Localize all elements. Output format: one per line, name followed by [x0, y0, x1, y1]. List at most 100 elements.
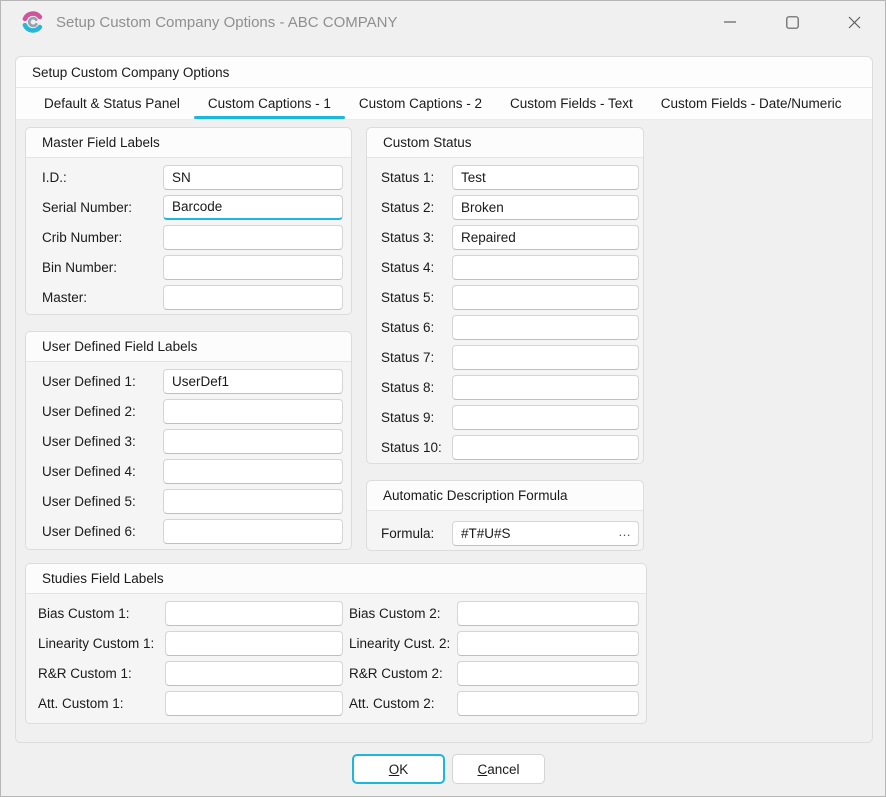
- tab-label: Default & Status Panel: [44, 96, 180, 111]
- tab-label: Custom Captions - 2: [359, 96, 482, 111]
- group-title: Studies Field Labels: [42, 571, 164, 586]
- field-label: Status 8:: [381, 380, 452, 395]
- group-title: Master Field Labels: [42, 135, 160, 150]
- status-8-input[interactable]: [452, 375, 639, 400]
- field-row: Status 1:: [367, 162, 643, 192]
- status-3-input[interactable]: [452, 225, 639, 250]
- titlebar[interactable]: Setup Custom Company Options - ABC COMPA…: [1, 1, 885, 43]
- att-custom-1-input[interactable]: [165, 691, 343, 716]
- field-label: User Defined 5:: [42, 494, 163, 509]
- tab-strip: Default & Status Panel Custom Captions -…: [16, 88, 872, 120]
- user-defined-1-input[interactable]: [163, 369, 343, 394]
- field-label: Status 10:: [381, 440, 452, 455]
- field-label: User Defined 1:: [42, 374, 163, 389]
- maximize-button[interactable]: [761, 1, 823, 43]
- user-defined-6-input[interactable]: [163, 519, 343, 544]
- field-label: Bias Custom 2:: [349, 606, 457, 621]
- field-label: Status 3:: [381, 230, 452, 245]
- tab-custom-captions-1[interactable]: Custom Captions - 1: [194, 88, 345, 119]
- status-1-input[interactable]: [452, 165, 639, 190]
- formula-input[interactable]: [452, 521, 639, 546]
- field-row: Bin Number:: [26, 252, 351, 282]
- group-title: User Defined Field Labels: [42, 339, 197, 354]
- group-title: Custom Status: [383, 135, 472, 150]
- close-button[interactable]: [823, 1, 885, 43]
- group-automatic-description-formula: Automatic Description Formula Formula: …: [366, 480, 644, 551]
- formula-browse-button[interactable]: …: [618, 524, 632, 539]
- maximize-icon: [786, 16, 799, 29]
- tab-label: Custom Fields - Text: [510, 96, 633, 111]
- field-label: R&R Custom 2:: [349, 666, 457, 681]
- tab-page-custom-captions-1: Master Field Labels I.D.: Serial Number:…: [16, 120, 872, 742]
- field-label: Crib Number:: [42, 230, 163, 245]
- linearity-custom-1-input[interactable]: [165, 631, 343, 656]
- user-defined-2-input[interactable]: [163, 399, 343, 424]
- field-label: User Defined 2:: [42, 404, 163, 419]
- field-label: Status 9:: [381, 410, 452, 425]
- panel-title: Setup Custom Company Options: [32, 65, 229, 80]
- field-label: Status 6:: [381, 320, 452, 335]
- field-row: R&R Custom 1: R&R Custom 2:: [26, 658, 646, 688]
- field-row: User Defined 1:: [26, 366, 351, 396]
- status-4-input[interactable]: [452, 255, 639, 280]
- field-row: Master:: [26, 282, 351, 312]
- field-row: I.D.:: [26, 162, 351, 192]
- group-studies-field-labels: Studies Field Labels Bias Custom 1: Bias…: [25, 563, 647, 724]
- field-label: Status 2:: [381, 200, 452, 215]
- bin-number-input[interactable]: [163, 255, 343, 280]
- field-label: Bias Custom 1:: [38, 606, 165, 621]
- bias-custom-1-input[interactable]: [165, 601, 343, 626]
- cancel-button[interactable]: Cancel: [452, 754, 545, 784]
- field-label: Status 7:: [381, 350, 452, 365]
- ok-button[interactable]: OK: [352, 754, 445, 784]
- tab-custom-fields-text[interactable]: Custom Fields - Text: [496, 88, 647, 119]
- tab-default-status-panel[interactable]: Default & Status Panel: [30, 88, 194, 119]
- field-label: R&R Custom 1:: [38, 666, 165, 681]
- field-row: Status 9:: [367, 402, 643, 432]
- field-row: Status 8:: [367, 372, 643, 402]
- minimize-icon: [724, 16, 736, 28]
- group-custom-status: Custom Status Status 1: Status 2: Status…: [366, 127, 644, 464]
- status-10-input[interactable]: [452, 435, 639, 460]
- field-row: Att. Custom 1: Att. Custom 2:: [26, 688, 646, 718]
- field-label: Status 5:: [381, 290, 452, 305]
- id-input[interactable]: [163, 165, 343, 190]
- tab-label: Custom Captions - 1: [208, 96, 331, 111]
- field-row: Status 4:: [367, 252, 643, 282]
- user-defined-4-input[interactable]: [163, 459, 343, 484]
- tab-label: Custom Fields - Date/Numeric: [661, 96, 842, 111]
- field-row: Status 3:: [367, 222, 643, 252]
- field-row: Status 5:: [367, 282, 643, 312]
- field-row: User Defined 5:: [26, 486, 351, 516]
- status-6-input[interactable]: [452, 315, 639, 340]
- field-label: Linearity Cust. 2:: [349, 636, 457, 651]
- field-label: Serial Number:: [42, 200, 163, 215]
- tab-custom-captions-2[interactable]: Custom Captions - 2: [345, 88, 496, 119]
- field-label: Formula:: [381, 526, 452, 541]
- field-row: User Defined 3:: [26, 426, 351, 456]
- rr-custom-1-input[interactable]: [165, 661, 343, 686]
- tab-custom-fields-date-numeric[interactable]: Custom Fields - Date/Numeric: [647, 88, 856, 119]
- bias-custom-2-input[interactable]: [457, 601, 639, 626]
- status-5-input[interactable]: [452, 285, 639, 310]
- user-defined-5-input[interactable]: [163, 489, 343, 514]
- crib-number-input[interactable]: [163, 225, 343, 250]
- field-label: Bin Number:: [42, 260, 163, 275]
- status-7-input[interactable]: [452, 345, 639, 370]
- rr-custom-2-input[interactable]: [457, 661, 639, 686]
- user-defined-3-input[interactable]: [163, 429, 343, 454]
- status-2-input[interactable]: [452, 195, 639, 220]
- master-input[interactable]: [163, 285, 343, 310]
- minimize-button[interactable]: [699, 1, 761, 43]
- linearity-custom-2-input[interactable]: [457, 631, 639, 656]
- field-row: Linearity Custom 1: Linearity Cust. 2:: [26, 628, 646, 658]
- field-label: User Defined 6:: [42, 524, 163, 539]
- field-label: Att. Custom 2:: [349, 696, 457, 711]
- setup-options-panel: Setup Custom Company Options Default & S…: [15, 56, 873, 743]
- field-row: Status 6:: [367, 312, 643, 342]
- field-label: I.D.:: [42, 170, 163, 185]
- close-icon: [848, 16, 861, 29]
- serial-number-input[interactable]: [163, 195, 343, 220]
- status-9-input[interactable]: [452, 405, 639, 430]
- att-custom-2-input[interactable]: [457, 691, 639, 716]
